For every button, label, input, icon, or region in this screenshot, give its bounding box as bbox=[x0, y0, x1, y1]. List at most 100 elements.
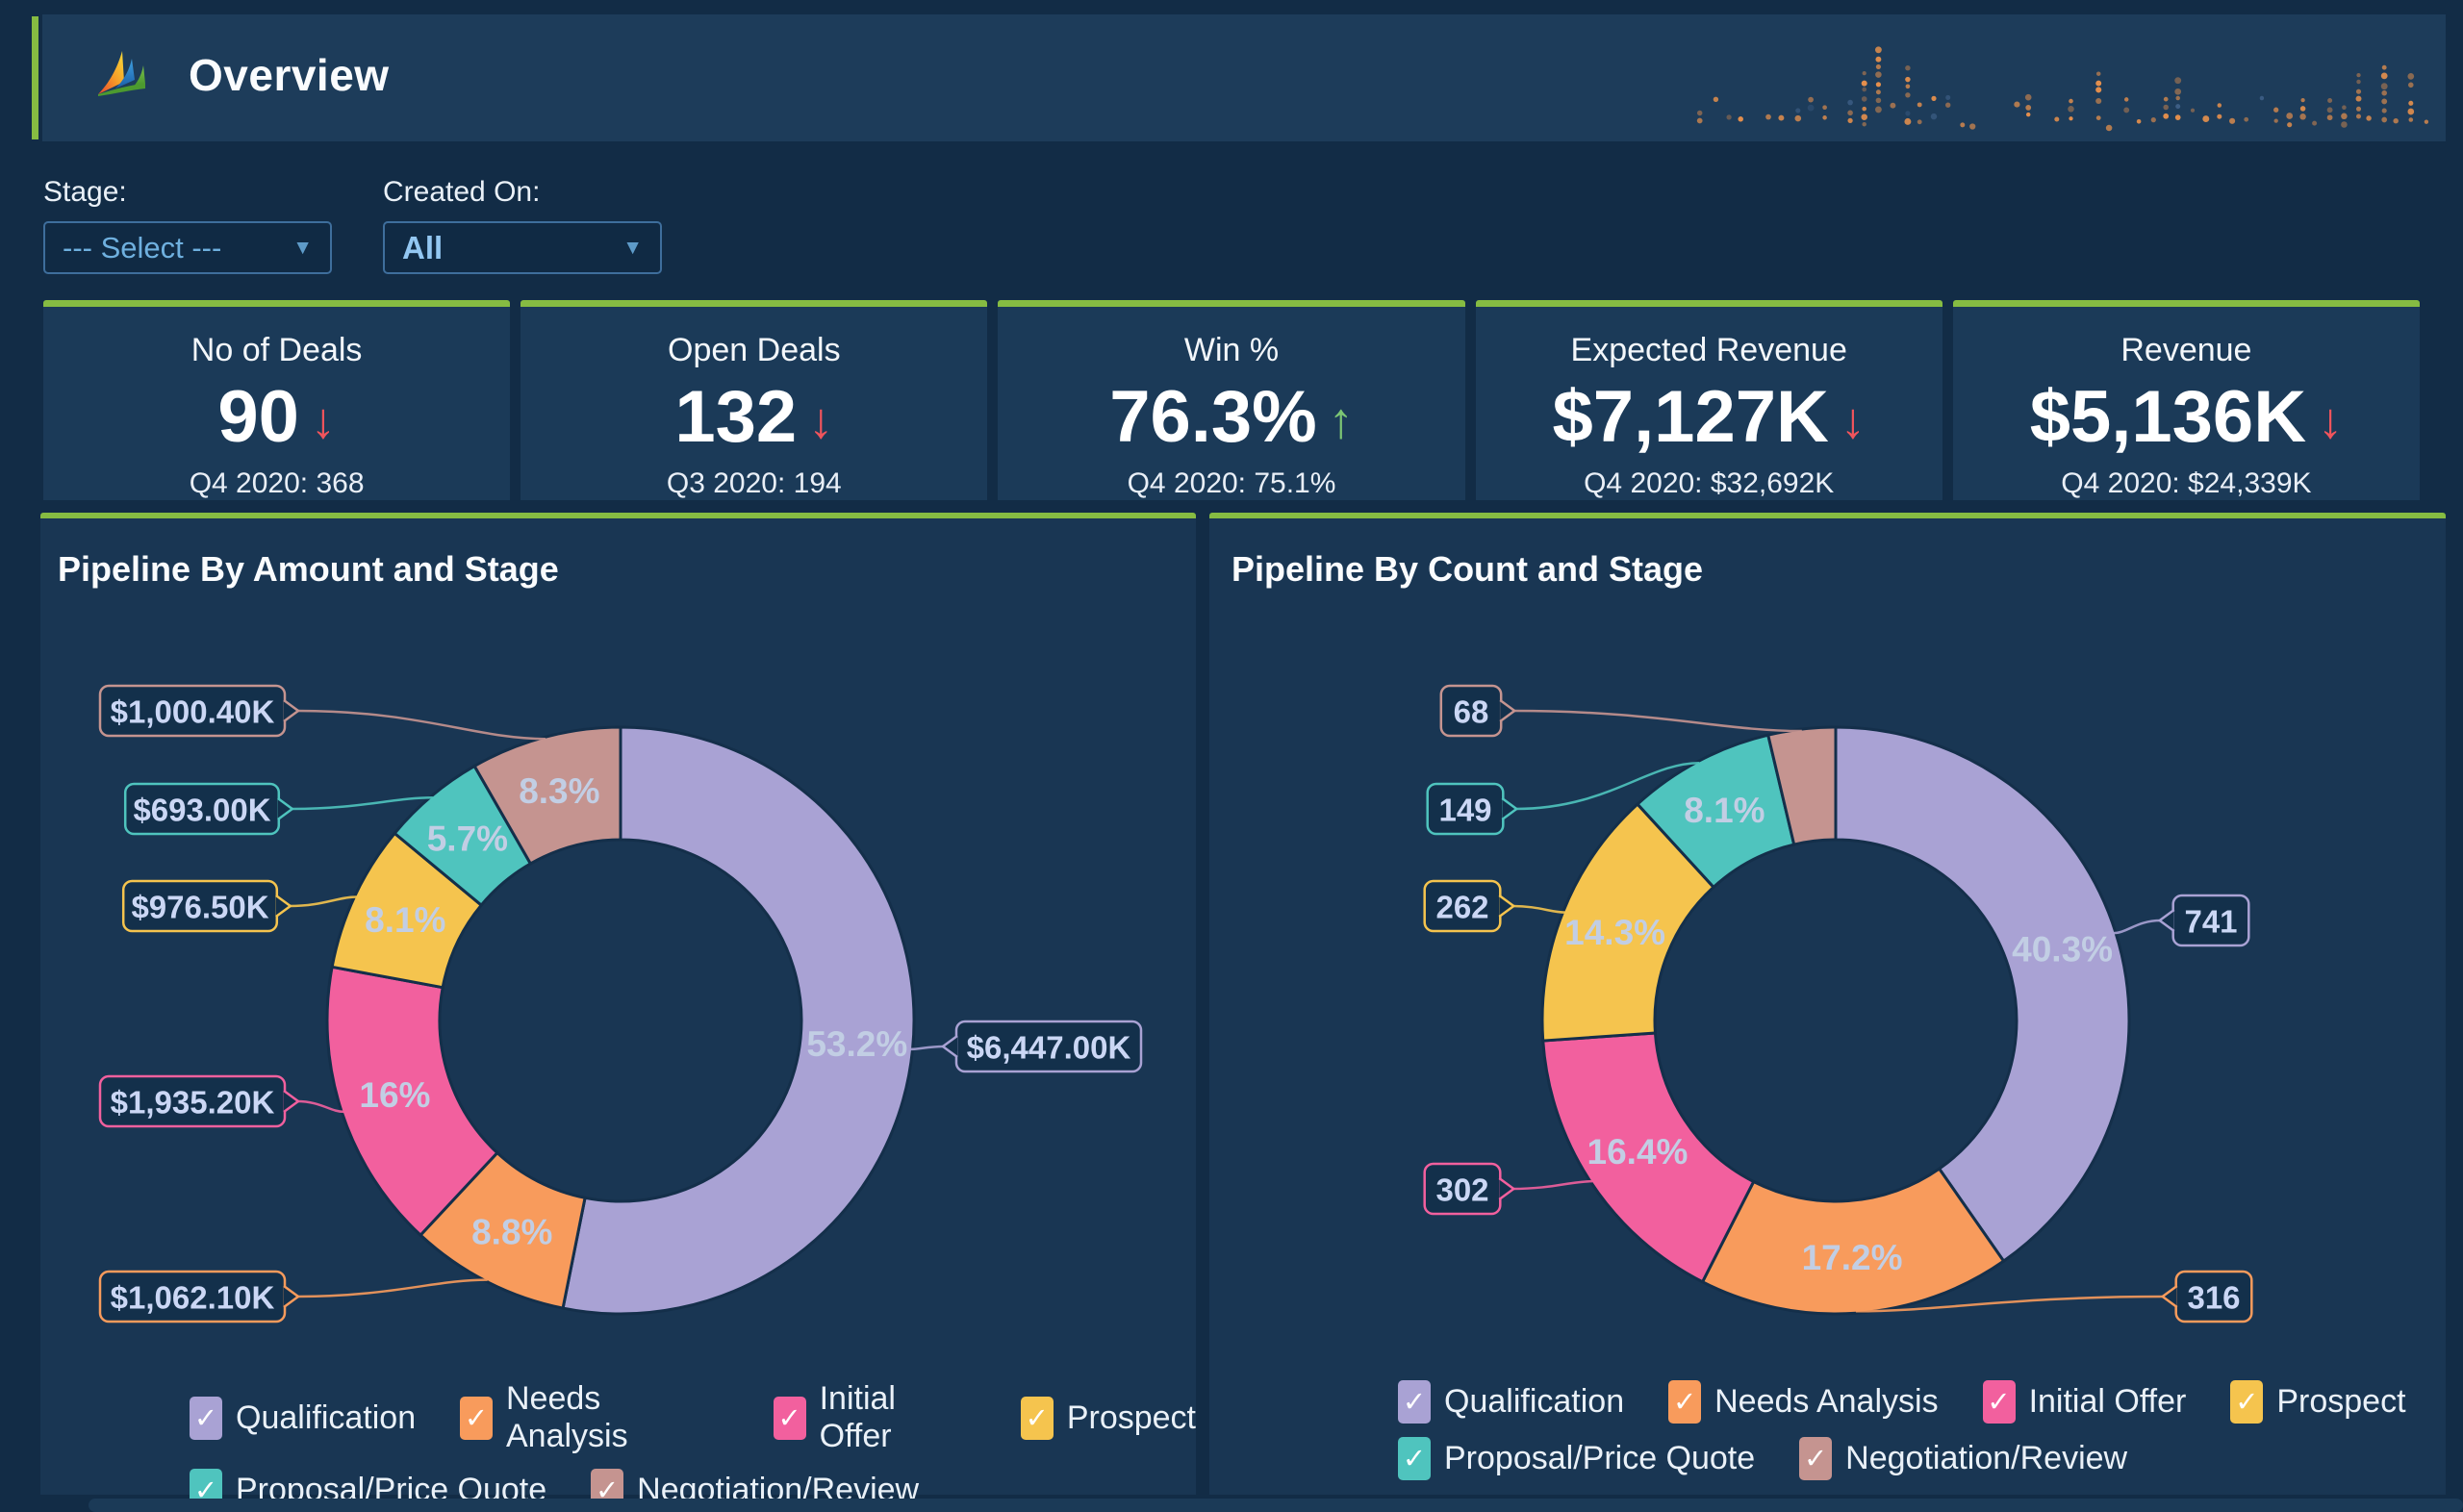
kpi-card[interactable]: Revenue $5,136K ↓ Q4 2020: $24,339K bbox=[1952, 300, 2421, 500]
legend-item-qualification[interactable]: ✓ Qualification bbox=[190, 1380, 416, 1455]
slice-percent-label: 40.3% bbox=[2012, 929, 2113, 969]
created-on-filter: Created On: All ▼ bbox=[383, 176, 662, 274]
slice-percent-label: 8.3% bbox=[519, 771, 599, 811]
legend-checkbox-checked-icon[interactable]: ✓ bbox=[773, 1396, 806, 1440]
kpi-row: No of Deals 90 ↓ Q4 2020: 368 Open Deals 132 ↓… bbox=[43, 300, 2421, 500]
legend-item-initial-offer[interactable]: ✓ Initial Offer bbox=[773, 1380, 977, 1455]
legend-label: Proposal/Price Quote bbox=[1444, 1440, 1756, 1476]
legend-item-needs-analysis[interactable]: ✓ Needs Analysis bbox=[1668, 1380, 1939, 1424]
chart-panel-amount: Pipeline By Amount and Stage 53.2% $6,447… bbox=[40, 513, 1196, 1512]
callout-notch bbox=[1498, 1176, 1515, 1201]
stage-select[interactable]: --- Select --- ▼ bbox=[43, 221, 332, 274]
legend-checkbox-checked-icon[interactable]: ✓ bbox=[1398, 1437, 1431, 1480]
kpi-title: Expected Revenue bbox=[1570, 332, 1847, 368]
kpi-comparison: Q3 2020: 194 bbox=[666, 467, 842, 499]
kpi-value: 132 ↓ bbox=[521, 381, 987, 454]
trend-down-arrow-icon: ↓ bbox=[808, 393, 834, 449]
kpi-number: 76.3% bbox=[1109, 376, 1317, 458]
callout-notch bbox=[283, 1284, 300, 1309]
slice-percent-label: 16.4% bbox=[1587, 1132, 1689, 1172]
callout-notch bbox=[2161, 1284, 2178, 1309]
kpi-card[interactable]: Expected Revenue $7,127K ↓ Q4 2020: $32,692… bbox=[1475, 300, 1942, 500]
kpi-title: Win % bbox=[1183, 332, 1280, 368]
callout-value-label: $1,062.10K bbox=[111, 1280, 275, 1316]
dynamics-logo-icon bbox=[98, 51, 145, 96]
legend-label: Qualification bbox=[236, 1399, 417, 1436]
trend-down-arrow-icon: ↓ bbox=[310, 393, 336, 449]
horizontal-scrollbar[interactable] bbox=[89, 1499, 2463, 1512]
kpi-comparison: Q4 2020: $24,339K bbox=[2061, 467, 2312, 499]
callout-leader-line bbox=[1512, 1179, 1593, 1191]
legend-checkbox-checked-icon[interactable]: ✓ bbox=[2230, 1380, 2264, 1424]
kpi-comparison: Q4 2020: 75.1% bbox=[1127, 467, 1336, 499]
callout-leader-line bbox=[1513, 709, 1802, 733]
legend-item-qualification[interactable]: ✓ Qualification bbox=[1398, 1380, 1624, 1424]
chart-legend: ✓ Qualification ✓ Needs Analysis ✓ Initial Of… bbox=[190, 1380, 1196, 1512]
created-on-select[interactable]: All ▼ bbox=[383, 221, 662, 274]
legend-item-prospect[interactable]: ✓ Prospect bbox=[2230, 1380, 2406, 1424]
callout-notch bbox=[2158, 908, 2175, 933]
callout-value-label: 741 bbox=[2184, 904, 2237, 940]
kpi-number: 132 bbox=[674, 376, 798, 458]
callout-leader-line bbox=[910, 1045, 945, 1051]
slice-percent-label: 8.1% bbox=[365, 900, 445, 940]
callout-value-label: 149 bbox=[1438, 793, 1491, 828]
legend-item-needs-analysis[interactable]: ✓ Needs Analysis bbox=[460, 1380, 729, 1455]
callout-leader-line bbox=[296, 1278, 488, 1298]
callout-notch bbox=[1498, 894, 1515, 919]
legend-label: Negotiation/Review bbox=[1845, 1440, 2128, 1476]
legend-checkbox-checked-icon[interactable]: ✓ bbox=[190, 1396, 222, 1440]
legend-checkbox-checked-icon[interactable]: ✓ bbox=[1668, 1380, 1702, 1424]
slice-percent-label: 53.2% bbox=[806, 1024, 907, 1064]
chevron-down-icon: ▼ bbox=[622, 236, 643, 259]
legend-label: Prospect bbox=[2276, 1383, 2406, 1420]
donut-slice-qualification[interactable] bbox=[1834, 725, 2131, 1263]
slice-percent-label: 17.2% bbox=[1802, 1238, 1903, 1277]
callout-leader-line bbox=[296, 709, 546, 741]
donut-chart-count: 40.3% 741 17.2% 316 16.4% 302 14.3% 262 8.1% 149 6… bbox=[1423, 684, 2253, 1323]
slice-percent-label: 8.8% bbox=[471, 1212, 552, 1251]
stage-filter: Stage: --- Select --- ▼ bbox=[43, 176, 332, 274]
callout-notch bbox=[277, 796, 294, 821]
kpi-comparison: Q4 2020: 368 bbox=[189, 467, 365, 499]
callout-notch bbox=[1501, 796, 1518, 821]
legend-item-initial-offer[interactable]: ✓ Initial Offer bbox=[1982, 1380, 2186, 1424]
kpi-value: 76.3% ↑ bbox=[998, 381, 1464, 454]
callout-value-label: $976.50K bbox=[131, 890, 268, 925]
kpi-number: $7,127K bbox=[1552, 376, 1829, 458]
legend-checkbox-checked-icon[interactable]: ✓ bbox=[1020, 1396, 1054, 1440]
legend-label: Prospect bbox=[1066, 1399, 1196, 1436]
callout-value-label: 316 bbox=[2187, 1280, 2240, 1316]
chart-legend: ✓ Qualification ✓ Needs Analysis ✓ Initial Of… bbox=[1398, 1380, 2406, 1480]
stage-filter-label: Stage: bbox=[43, 176, 127, 208]
kpi-value: $5,136K ↓ bbox=[1953, 381, 2420, 454]
page-title: Overview bbox=[189, 50, 390, 100]
header-accent-bar bbox=[32, 16, 38, 139]
kpi-title: Open Deals bbox=[668, 332, 841, 368]
kpi-card[interactable]: Open Deals 132 ↓ Q3 2020: 194 bbox=[521, 300, 988, 500]
kpi-card[interactable]: Win % 76.3% ↑ Q4 2020: 75.1% bbox=[998, 300, 1465, 500]
legend-item-prospect[interactable]: ✓ Prospect bbox=[1020, 1380, 1196, 1455]
legend-checkbox-checked-icon[interactable]: ✓ bbox=[460, 1396, 493, 1440]
legend-checkbox-checked-icon[interactable]: ✓ bbox=[1398, 1380, 1431, 1424]
legend-item-proposal-price-quote[interactable]: ✓ Proposal/Price Quote bbox=[1398, 1437, 1755, 1480]
slice-percent-label: 16% bbox=[359, 1075, 430, 1115]
callout-notch bbox=[283, 698, 300, 723]
donut-chart-amount: 53.2% $6,447.00K 8.8% $1,062.10K 16% $1,935.2… bbox=[98, 684, 1143, 1323]
created-on-filter-label: Created On: bbox=[383, 176, 541, 208]
callout-value-label: 68 bbox=[1454, 694, 1489, 730]
callout-leader-line bbox=[2113, 919, 2161, 935]
legend-checkbox-checked-icon[interactable]: ✓ bbox=[1799, 1437, 1833, 1480]
kpi-card[interactable]: No of Deals 90 ↓ Q4 2020: 368 bbox=[43, 300, 511, 500]
header-decoration-dots bbox=[1696, 46, 2429, 132]
legend-item-negotiation-review[interactable]: ✓ Negotiation/Review bbox=[1799, 1437, 2127, 1480]
trend-down-arrow-icon: ↓ bbox=[2318, 393, 2344, 449]
callout-value-label: $6,447.00K bbox=[967, 1030, 1131, 1066]
legend-label: Initial Offer bbox=[819, 1380, 896, 1454]
callout-leader-line bbox=[289, 895, 357, 908]
legend-checkbox-checked-icon[interactable]: ✓ bbox=[1982, 1380, 2016, 1424]
slice-percent-label: 8.1% bbox=[1684, 791, 1765, 830]
legend-label: Needs Analysis bbox=[506, 1380, 628, 1454]
callout-notch bbox=[941, 1034, 958, 1059]
legend-label: Qualification bbox=[1444, 1383, 1625, 1420]
